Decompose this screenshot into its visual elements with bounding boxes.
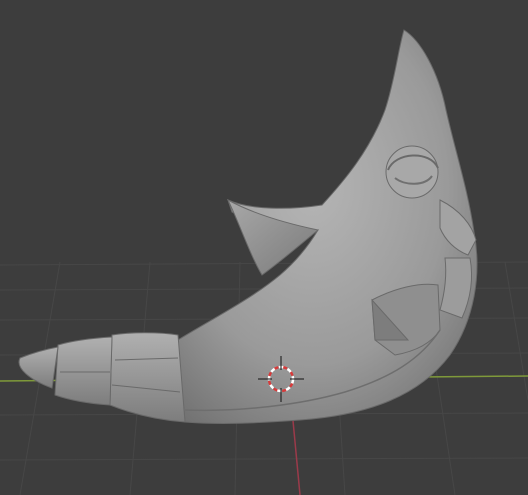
tail-segment-3 (18, 346, 59, 389)
tail (18, 332, 186, 423)
tail-segment-2 (54, 336, 113, 406)
viewport-canvas (0, 29, 528, 495)
y-axis-line (291, 409, 301, 495)
eye (385, 145, 439, 199)
metapod-model[interactable] (18, 29, 478, 424)
tail-segment-1 (109, 332, 186, 423)
3d-viewport[interactable]: 3d-cursor-icon (0, 0, 528, 495)
model-body (177, 29, 478, 424)
